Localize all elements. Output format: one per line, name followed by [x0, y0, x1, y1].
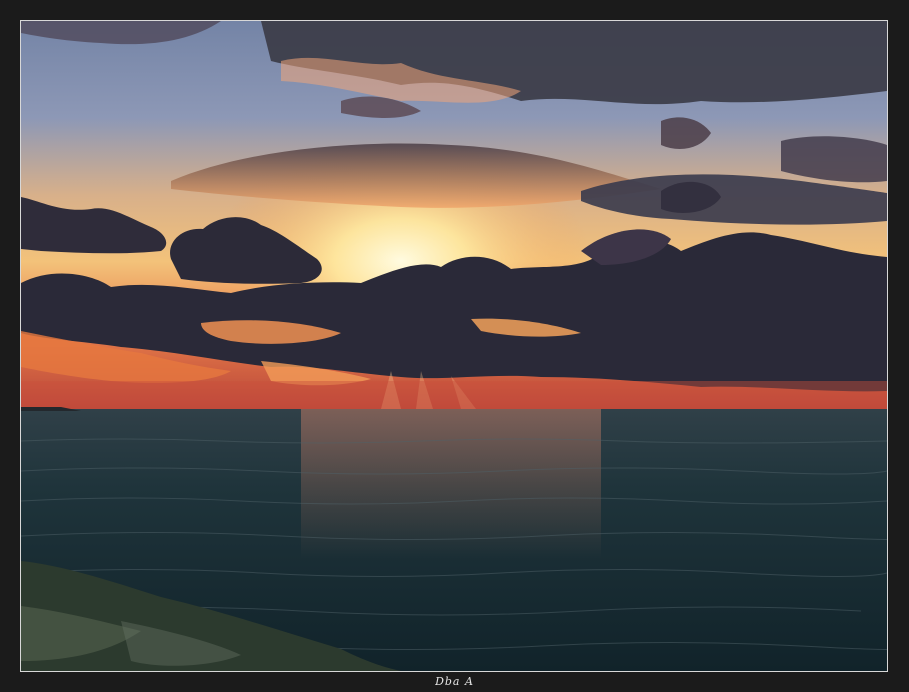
- sunset-photo: [20, 20, 888, 672]
- photo-frame: [0, 0, 909, 692]
- sunset-seascape-image: [21, 21, 887, 671]
- photographer-signature: Dba A: [435, 675, 474, 688]
- sea-reflection: [301, 409, 601, 559]
